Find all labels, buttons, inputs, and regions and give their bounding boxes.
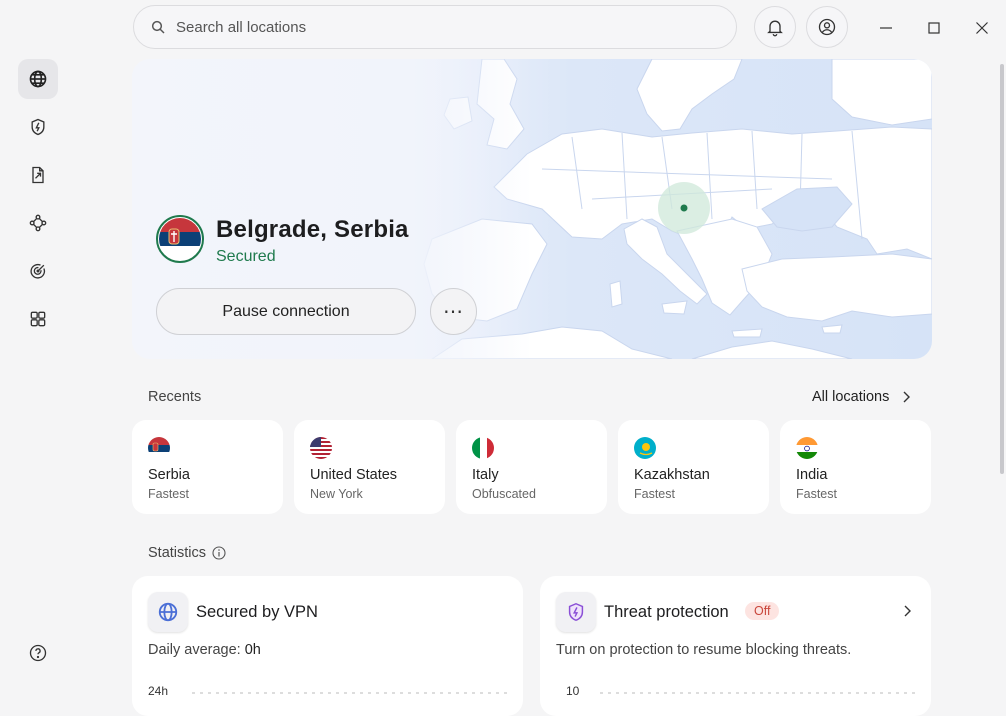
file-share-icon: [32, 166, 44, 184]
maximize-button[interactable]: [919, 13, 949, 43]
serbia-flag-large: [156, 215, 204, 263]
recent-detail: New York: [310, 487, 363, 501]
vpn-chart-gridline: [192, 692, 512, 694]
vpn-stats-card[interactable]: Secured by VPN Daily average: 0h 24h: [132, 576, 523, 716]
recent-country: Italy: [472, 467, 499, 483]
meshnet-icon: [29, 214, 47, 232]
recent-card-kazakhstan[interactable]: Kazakhstan Fastest: [618, 420, 769, 514]
pause-connection-button[interactable]: Pause connection: [156, 288, 416, 335]
globe-icon: [29, 70, 47, 88]
recent-detail: Fastest: [634, 487, 675, 501]
search-input[interactable]: [174, 17, 698, 37]
status-badge: Off: [745, 602, 780, 620]
threat-chart-gridline: [600, 692, 920, 694]
connection-status: Secured: [216, 248, 276, 265]
recent-card-serbia[interactable]: Serbia Fastest: [132, 420, 283, 514]
threat-protection-text: Turn on protection to resume blocking th…: [556, 642, 852, 658]
recent-country: United States: [310, 467, 398, 483]
sidebar-item-file-sharing[interactable]: [18, 155, 58, 195]
serbia-flag-icon: [148, 437, 170, 459]
recent-detail: Fastest: [148, 487, 189, 501]
recent-country: India: [796, 467, 828, 483]
recent-country: Serbia: [148, 467, 190, 483]
bell-icon: [767, 20, 783, 37]
connected-location: Belgrade, Serbia: [216, 216, 409, 243]
threat-protection-title: Threat protection: [604, 603, 729, 621]
shield-bolt-icon: [31, 118, 45, 136]
search-icon: [151, 20, 165, 34]
maximize-icon: [928, 22, 940, 34]
minimize-icon: [880, 27, 892, 29]
us-flag-icon: [310, 437, 332, 459]
help-icon: [29, 644, 47, 662]
sidebar-item-dark-web-monitor[interactable]: [18, 251, 58, 291]
search-bar[interactable]: [133, 5, 737, 49]
sidebar-item-countries[interactable]: [18, 59, 58, 99]
more-options-button[interactable]: ⋯: [430, 288, 477, 335]
account-button[interactable]: [806, 6, 848, 48]
italy-flag-icon: [472, 437, 494, 459]
minimize-button[interactable]: [871, 13, 901, 43]
daily-average: Daily average: 0h: [148, 642, 261, 658]
scrollbar-thumb[interactable]: [1000, 64, 1004, 474]
vpn-stats-title: Secured by VPN: [196, 603, 318, 621]
recent-country: Kazakhstan: [634, 467, 710, 483]
pause-connection-label: Pause connection: [222, 302, 350, 320]
shield-bolt-icon: [568, 602, 584, 622]
kazakhstan-flag-icon: [634, 437, 656, 459]
close-button[interactable]: [967, 13, 997, 43]
threat-icon-box: [556, 592, 596, 632]
sidebar-item-apps[interactable]: [18, 299, 58, 339]
notifications-button[interactable]: [754, 6, 796, 48]
daily-average-label: Daily average:: [148, 642, 245, 658]
recent-card-india[interactable]: India Fastest: [780, 420, 931, 514]
all-locations-label: All locations: [812, 389, 890, 405]
vpn-icon-box: [148, 592, 188, 632]
recent-card-united-states[interactable]: United States New York: [294, 420, 445, 514]
target-icon: [30, 263, 46, 279]
recent-detail: Fastest: [796, 487, 837, 501]
close-icon: [976, 22, 988, 34]
more-options-icon: ⋯: [443, 301, 464, 323]
apps-grid-icon: [30, 311, 46, 327]
india-flag-icon: [796, 437, 818, 459]
user-icon: [818, 18, 836, 36]
sidebar-item-threat-protection[interactable]: [18, 107, 58, 147]
recent-card-italy[interactable]: Italy Obfuscated: [456, 420, 607, 514]
chevron-right-icon: [903, 391, 911, 403]
chevron-right-icon[interactable]: [900, 604, 914, 618]
threat-protection-card[interactable]: Threat protection Off Turn on protection…: [540, 576, 931, 716]
all-locations-link[interactable]: All locations: [812, 389, 913, 405]
statistics-label: Statistics: [148, 545, 207, 561]
info-icon[interactable]: [212, 546, 226, 560]
globe-icon: [158, 602, 178, 622]
daily-average-value: 0h: [244, 642, 261, 658]
recent-detail: Obfuscated: [472, 487, 536, 501]
sidebar-item-meshnet[interactable]: [18, 203, 58, 243]
help-button[interactable]: [18, 633, 58, 673]
statistics-heading: Statistics: [148, 545, 226, 561]
recents-heading: Recents: [148, 389, 202, 405]
